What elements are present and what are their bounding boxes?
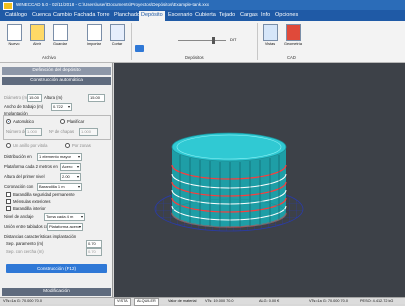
status-material: Valor de material	[168, 299, 197, 303]
status-left: VTs=1a G: 70.000 70.0	[3, 299, 42, 303]
zones-radio[interactable]	[65, 143, 70, 148]
import-button[interactable]: Importar	[84, 23, 104, 49]
ribbon-separator	[257, 23, 258, 60]
zones-radio-label: Por zonas	[72, 143, 91, 148]
tab-alquiler[interactable]: ALQUILER	[134, 298, 159, 306]
auto-radio[interactable]	[6, 119, 11, 124]
count-label: Número de	[6, 129, 27, 134]
coronation-select[interactable]: Barandilla 1 m	[37, 183, 82, 191]
distribution-select[interactable]: 1 elemento mayor	[37, 153, 82, 161]
app-logo-icon	[3, 2, 13, 10]
status-alg: ALG: 0.00 €	[259, 299, 280, 303]
menu-item-planchado[interactable]: Planchado	[114, 12, 140, 18]
work-width-label: Ancho de trabajo (m)	[4, 104, 44, 109]
ribbon-toolbar: Nuevo Abrir Guardar Importar Cortar Arch…	[0, 21, 405, 63]
ring-radio[interactable]	[6, 143, 11, 148]
diameter-input[interactable]: 15.00	[27, 94, 42, 102]
height-label: Altura (m)	[44, 95, 63, 100]
separation-wall-input[interactable]: 0.70	[86, 240, 102, 248]
window-title: WINECCAD 5.0 - 02/11/2018 - C:\Users\use…	[16, 2, 209, 7]
menu-item-escenario[interactable]: Escenario	[168, 12, 192, 18]
tank-definition-panel: Definición del depósito Construcción aut…	[0, 63, 113, 297]
save-button[interactable]: Guardar	[50, 23, 70, 49]
auto-construction-header: Construcción automática	[2, 77, 111, 85]
menu-bar: Catálogo Cuenca Cambio Fachada Torre Pla…	[0, 10, 405, 21]
ring-radio-label: Un anillo por vitola	[13, 143, 48, 148]
definition-header: Definición del depósito	[2, 67, 111, 75]
distances-label: Distancias características implantación	[4, 234, 77, 239]
interior-railing-checkbox[interactable]	[6, 206, 11, 211]
status-weight: PESO: 4.412.72 kG	[360, 299, 394, 303]
interior-railing-label: Barandilla interior	[13, 206, 46, 211]
manual-radio[interactable]	[60, 119, 65, 124]
group-label-cad: CAD	[287, 55, 296, 60]
group-label-depositos: Depósitos	[185, 55, 204, 60]
exterior-brackets-checkbox[interactable]	[6, 199, 11, 204]
diameter-label: Diámetro (m)	[4, 95, 29, 100]
new-file-icon	[6, 24, 22, 41]
first-level-select[interactable]: 2.00	[60, 173, 81, 181]
work-width-select[interactable]: 0.722	[51, 103, 72, 111]
manual-radio-label: Planificar	[67, 119, 85, 124]
slider-label: DIT	[230, 37, 237, 42]
auto-radio-label: Automático	[13, 119, 34, 124]
import-icon	[86, 24, 102, 41]
ribbon-separator	[131, 23, 132, 60]
tab-vista[interactable]: VISTA	[114, 298, 131, 306]
menu-item-cuenca[interactable]: Cuenca	[32, 12, 51, 18]
separation-wall-label: Sep. paramento (m)	[6, 241, 44, 246]
joint-select[interactable]: Plataforma acero	[47, 223, 83, 231]
menu-item-cubierta[interactable]: Cubierta	[195, 12, 216, 18]
distribution-label: Distribución en	[4, 154, 32, 159]
tank-top	[171, 132, 287, 162]
build-button[interactable]: Construcción (F12)	[6, 264, 107, 273]
folder-icon	[29, 24, 45, 41]
menu-item-tejado[interactable]: Tejado	[219, 12, 235, 18]
menu-item-info[interactable]: Info	[261, 12, 270, 18]
permanent-railing-checkbox[interactable]	[6, 192, 11, 197]
new-button[interactable]: Nuevo	[4, 23, 24, 49]
title-bar: WINECCAD 5.0 - 02/11/2018 - C:\Users\use…	[0, 0, 405, 10]
open-button[interactable]: Abrir	[27, 23, 47, 49]
menu-item-catalogo[interactable]: Catálogo	[5, 12, 27, 18]
cut-icon	[109, 24, 125, 41]
modification-header[interactable]: Modificación	[2, 288, 111, 296]
plates-input[interactable]: 1.000	[79, 128, 98, 136]
views-icon	[262, 24, 278, 41]
views-button[interactable]: Vistas	[260, 23, 280, 49]
joint-label: Unión entre tablados con	[4, 224, 51, 229]
cut-button[interactable]: Cortar	[107, 23, 127, 49]
menu-item-cambio[interactable]: Cambio	[53, 12, 72, 18]
exterior-brackets-label: Ménsulas exteriores	[13, 199, 51, 204]
geometry-icon	[285, 24, 301, 41]
save-icon	[52, 24, 68, 41]
menu-item-fachada[interactable]: Fachada	[74, 12, 95, 18]
menu-item-cargas[interactable]: Cargas	[240, 12, 258, 18]
platform-label: Plataforma cada 2 metros en	[4, 164, 58, 169]
coronation-label: Coronación con	[4, 184, 34, 189]
tank-3d-model	[154, 132, 304, 232]
3d-viewport[interactable]	[114, 63, 405, 297]
plates-label: Nº de chapas	[49, 129, 75, 134]
menu-item-opciones[interactable]: Opciones	[275, 12, 298, 18]
slider-thumb[interactable]	[212, 37, 215, 44]
height-input[interactable]: 15.00	[88, 94, 105, 102]
count-input[interactable]: 1.000	[25, 128, 42, 136]
first-level-label: Altura del primer nivel	[4, 174, 45, 179]
menu-item-torre[interactable]: Torre	[97, 12, 110, 18]
group-label-archivo: Archivo	[42, 55, 56, 60]
separation-truss-input[interactable]: 0.70	[86, 248, 102, 256]
platform-select[interactable]: Acero	[60, 163, 81, 171]
status-vts: VTs: 19.000 70.0	[205, 299, 234, 303]
permanent-railing-label: Barandilla seguridad permanente	[13, 192, 75, 197]
status-bar: VTs=1a G: 70.000 70.0 VISTA ALQUILER Val…	[0, 297, 405, 306]
anchor-level-label: Nivel de anclaje	[4, 214, 34, 219]
menu-item-deposito[interactable]: Depósito	[139, 11, 165, 21]
separation-truss-label: Sep. con cercha (m)	[6, 249, 44, 254]
geometry-button[interactable]: Geometría	[283, 23, 303, 49]
status-right: VTs=1a G: 70.000 70.0	[309, 299, 348, 303]
add-tank-icon[interactable]	[135, 45, 144, 52]
anchor-level-select[interactable]: Toma cada 4 m	[44, 213, 85, 221]
slider-track[interactable]	[178, 40, 226, 41]
